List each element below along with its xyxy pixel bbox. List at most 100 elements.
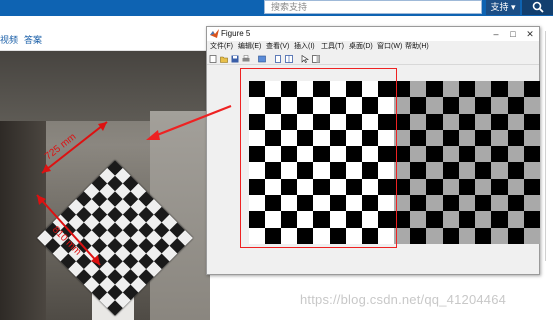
support-dropdown-button[interactable]: 支持 ▾ xyxy=(486,0,520,15)
checker-cell xyxy=(377,195,394,212)
checker-cell xyxy=(345,97,362,114)
search-button[interactable] xyxy=(522,0,553,15)
checker-cell xyxy=(507,113,524,130)
checker-cell xyxy=(313,227,330,244)
checker-cell xyxy=(329,81,346,98)
checker-cell xyxy=(507,97,524,114)
menu-view[interactable]: 查看(V) xyxy=(266,42,289,52)
checker-cell xyxy=(297,81,314,98)
checker-cell xyxy=(410,97,427,114)
checker-cell xyxy=(313,211,330,228)
menu-desktop[interactable]: 桌面(D) xyxy=(349,42,373,52)
checker-cell xyxy=(442,146,459,163)
checker-cell xyxy=(265,97,282,114)
checker-cell xyxy=(442,129,459,147)
checker-cell xyxy=(426,162,443,179)
checker-cell xyxy=(281,146,298,163)
checker-cell xyxy=(361,81,378,98)
checker-cell xyxy=(442,81,459,98)
menu-edit[interactable]: 编辑(E) xyxy=(238,42,261,52)
checker-cell xyxy=(394,227,411,244)
figure-title-bar[interactable]: Figure 5 – □ ✕ xyxy=(207,27,539,41)
checker-cell xyxy=(297,227,314,244)
checker-cell xyxy=(394,113,411,130)
nav-link-videos[interactable]: 视频 xyxy=(0,33,18,46)
checker-cell xyxy=(345,178,362,196)
checker-cell xyxy=(313,81,330,98)
new-figure-icon[interactable] xyxy=(209,55,217,63)
checker-cell xyxy=(491,211,508,228)
print-preview-icon[interactable] xyxy=(258,55,266,63)
checker-cell xyxy=(377,178,394,196)
checker-cell xyxy=(507,178,524,196)
maximize-button[interactable]: □ xyxy=(505,27,521,41)
checker-cell xyxy=(491,97,508,114)
checker-cell xyxy=(475,81,492,98)
property-editor-icon[interactable] xyxy=(312,55,320,63)
pointer-arrow-icon[interactable] xyxy=(301,55,309,63)
checker-cell xyxy=(426,227,443,244)
checker-cell xyxy=(297,113,314,130)
page-scroll-divider xyxy=(545,31,546,261)
open-file-icon[interactable] xyxy=(220,55,228,63)
checker-cell xyxy=(475,195,492,212)
checker-cell xyxy=(377,97,394,114)
close-button[interactable]: ✕ xyxy=(522,27,538,41)
menu-tools[interactable]: 工具(T) xyxy=(321,42,344,52)
checker-cell xyxy=(426,146,443,163)
checker-cell xyxy=(361,146,378,163)
checker-cell xyxy=(345,113,362,130)
checker-cell xyxy=(410,146,427,163)
nav-link-answers[interactable]: 答案 xyxy=(24,33,42,46)
checker-cell xyxy=(345,195,362,212)
checker-cell xyxy=(329,113,346,130)
checker-cell xyxy=(394,97,411,114)
checker-cell xyxy=(458,81,476,98)
link-plot-icon[interactable] xyxy=(274,55,282,63)
figure-toolbar xyxy=(207,53,539,65)
checker-cell xyxy=(458,227,476,244)
checker-cell xyxy=(377,113,394,130)
checker-cell xyxy=(507,146,524,163)
print-icon[interactable] xyxy=(242,55,250,63)
checker-cell xyxy=(426,113,443,130)
checker-cell xyxy=(442,97,459,114)
menu-window[interactable]: 窗口(W) xyxy=(377,42,402,52)
checker-cell xyxy=(249,129,266,147)
checker-cell xyxy=(442,113,459,130)
checker-cell xyxy=(249,81,266,98)
menu-insert[interactable]: 插入(I) xyxy=(294,42,315,52)
search-input[interactable]: 搜索支持 xyxy=(264,0,482,14)
checker-cell xyxy=(458,146,476,163)
checker-cell xyxy=(491,113,508,130)
menu-file[interactable]: 文件(F) xyxy=(210,42,233,52)
save-icon[interactable] xyxy=(231,55,239,63)
checker-cell xyxy=(361,178,378,196)
matlab-icon xyxy=(210,29,219,38)
watermark-url: https://blog.csdn.net/qq_41204464 xyxy=(300,292,507,307)
checker-cell xyxy=(249,178,266,196)
checker-cell xyxy=(345,81,362,98)
data-cursor-icon[interactable] xyxy=(285,55,293,63)
checker-cell xyxy=(265,113,282,130)
checker-cell xyxy=(249,97,266,114)
checker-cell xyxy=(249,227,266,244)
checker-cell xyxy=(249,113,266,130)
search-icon xyxy=(532,1,544,13)
checker-cell xyxy=(442,227,459,244)
checker-cell xyxy=(329,146,346,163)
checker-cell xyxy=(313,195,330,212)
checker-cell xyxy=(523,113,540,130)
minimize-button[interactable]: – xyxy=(488,27,504,41)
checker-cell xyxy=(491,81,508,98)
checker-cell xyxy=(329,178,346,196)
checker-cell xyxy=(297,129,314,147)
checker-cell xyxy=(410,113,427,130)
menu-help[interactable]: 帮助(H) xyxy=(405,42,429,52)
checker-cell xyxy=(297,195,314,212)
checker-cell xyxy=(394,162,411,179)
checker-cell xyxy=(475,211,492,228)
checker-cell xyxy=(523,162,540,179)
checker-cell xyxy=(475,113,492,130)
checker-cell xyxy=(491,227,508,244)
